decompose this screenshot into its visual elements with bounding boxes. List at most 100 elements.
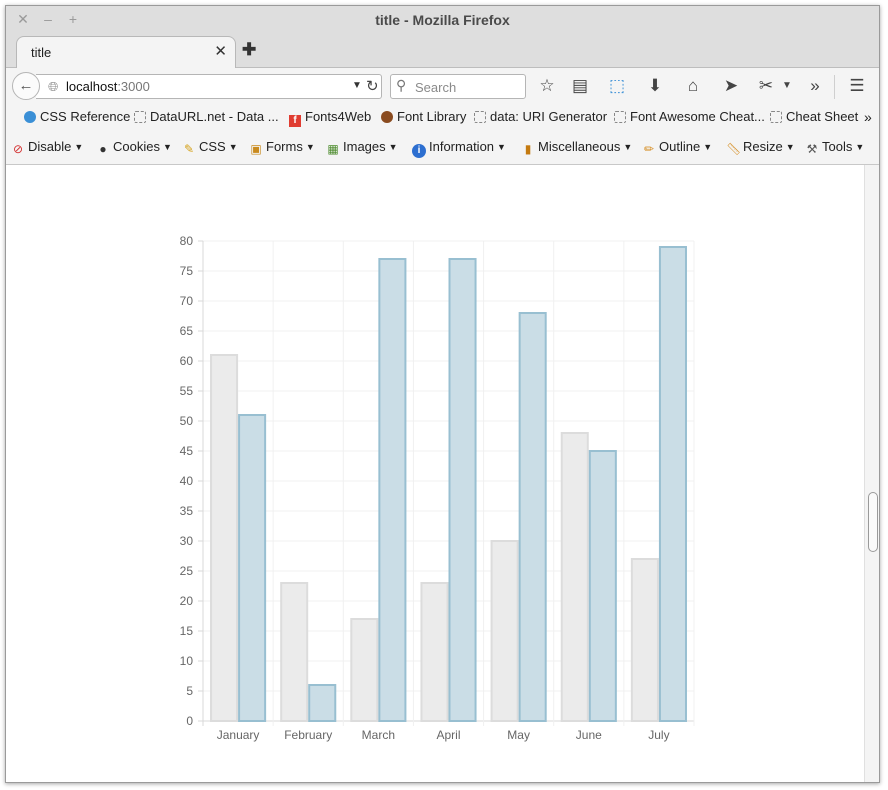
bookmarks-overflow-icon[interactable]: » — [864, 109, 872, 125]
dropdown-arrow-icon: ▼ — [305, 142, 315, 152]
x-tick-label: June — [576, 728, 602, 742]
globe-icon: 🌐︎ — [48, 79, 59, 94]
x-tick-label: January — [217, 728, 260, 742]
font-library-icon — [381, 111, 393, 123]
bar — [378, 258, 407, 722]
extension-icon[interactable]: ✂ — [755, 76, 777, 96]
menu-hamburger-icon[interactable]: ☰ — [846, 76, 868, 96]
vertical-scrollbar[interactable] — [864, 165, 879, 782]
search-placeholder: Search — [415, 80, 457, 95]
y-tick-label: 10 — [180, 654, 194, 668]
overflow-chevron-icon[interactable]: » — [804, 76, 826, 96]
y-tick-label: 40 — [180, 474, 194, 488]
devtool-label: Information — [429, 139, 495, 154]
browser-window: ✕ – + title - Mozilla Firefox title ✕ ✚ … — [5, 5, 880, 783]
y-tick-label: 5 — [186, 684, 193, 698]
y-tick-label: 70 — [180, 294, 194, 308]
devtool-label: Resize — [743, 139, 783, 154]
bar — [210, 354, 239, 722]
bookmark-label: Font Awesome Cheat... — [630, 109, 765, 124]
devtool-disable[interactable]: ⊘ Disable ▼ — [11, 139, 83, 156]
y-tick-label: 75 — [180, 264, 194, 278]
y-tick-label: 25 — [180, 564, 194, 578]
devtool-label: Outline — [659, 139, 701, 154]
bar — [420, 582, 449, 722]
y-tick-label: 50 — [180, 414, 194, 428]
send-icon[interactable]: ➤ — [720, 76, 742, 96]
new-tab-icon[interactable]: ✚ — [242, 40, 256, 60]
y-tick-label: 55 — [180, 384, 194, 398]
title-bar: ✕ – + title - Mozilla Firefox — [6, 6, 879, 34]
tab-strip: title ✕ ✚ — [6, 34, 879, 68]
bookmark-data-uri-generator[interactable]: data: URI Generator — [474, 109, 607, 124]
url-bar[interactable]: 🌐︎ localhost:3000 ▼ ↻ — [36, 74, 382, 99]
x-tick-label: May — [507, 728, 530, 742]
devtool-resize[interactable]: 📏︎ Resize ▼ — [726, 139, 795, 156]
devtool-forms[interactable]: ▣ Forms ▼ — [249, 139, 315, 156]
page-icon — [134, 111, 146, 123]
bar — [350, 618, 379, 722]
download-icon[interactable]: ⬇ — [644, 76, 666, 96]
dropdown-arrow-icon: ▼ — [703, 142, 713, 152]
bookmark-label: data: URI Generator — [490, 109, 608, 124]
y-tick-label: 0 — [186, 714, 193, 728]
extension-dropdown-icon[interactable]: ▼ — [776, 76, 798, 96]
inspect-icon[interactable]: ⬚ — [606, 76, 628, 96]
cookies-icon: ● — [99, 142, 107, 156]
y-tick-label: 30 — [180, 534, 194, 548]
search-input[interactable]: ⚲ Search — [390, 74, 526, 99]
toolbar-divider — [834, 75, 835, 99]
css-reference-icon — [24, 111, 36, 123]
devtool-images[interactable]: ▦ Images ▼ — [326, 139, 398, 156]
bookmark-font-library[interactable]: Font Library — [381, 109, 466, 124]
outline-pencil-icon: ✏ — [643, 142, 655, 156]
bookmark-label: Cheat Sheet — [786, 109, 859, 124]
devtool-label: Disable — [28, 139, 72, 154]
bookmarks-toolbar: CSS Reference DataURL.net - Data ... f Fo… — [6, 104, 879, 134]
bookmark-label: CSS Reference — [40, 109, 131, 124]
page-icon — [474, 111, 486, 123]
dropdown-arrow-icon: ▼ — [785, 142, 795, 152]
bookmark-css-reference[interactable]: CSS Reference — [24, 109, 130, 124]
bar — [490, 540, 519, 722]
disable-icon: ⊘ — [12, 142, 24, 156]
devtool-information[interactable]: i Information ▼ — [412, 139, 506, 158]
home-icon[interactable]: ⌂ — [682, 76, 704, 96]
bookmark-font-awesome[interactable]: Font Awesome Cheat... — [614, 109, 765, 124]
devtool-cookies[interactable]: ● Cookies ▼ — [96, 139, 172, 156]
devtool-outline[interactable]: ✏ Outline ▼ — [642, 139, 712, 156]
close-tab-icon[interactable]: ✕ — [214, 42, 227, 60]
y-tick-label: 65 — [180, 324, 194, 338]
devtool-label: Cookies — [113, 139, 160, 154]
bar — [630, 558, 659, 722]
devtool-label: Images — [343, 139, 386, 154]
x-tick-label: March — [362, 728, 395, 742]
tools-icon: ⚒ — [806, 142, 818, 156]
bookmark-star-icon[interactable]: ☆ — [536, 76, 558, 96]
images-icon: ▦ — [327, 142, 339, 156]
reading-list-icon[interactable]: ▤ — [569, 76, 591, 96]
y-tick-label: 15 — [180, 624, 194, 638]
y-tick-label: 60 — [180, 354, 194, 368]
devtool-tools[interactable]: ⚒ Tools ▼ — [805, 139, 865, 156]
miscellaneous-icon: ▮ — [524, 142, 532, 156]
devtool-css[interactable]: ✎ CSS ▼ — [182, 139, 238, 156]
tab-active[interactable]: title ✕ — [16, 36, 236, 68]
devtool-label: CSS — [199, 139, 226, 154]
scrollbar-thumb[interactable] — [868, 492, 878, 552]
information-icon: i — [412, 144, 426, 158]
bar-chart: 0 5 10 15 20 25 30 35 40 45 50 55 60 65 70 75 80 January F… — [180, 234, 695, 742]
url-text: localhost:3000 — [66, 79, 150, 94]
bookmark-fonts4web[interactable]: f Fonts4Web — [289, 109, 371, 127]
bookmark-dataurl[interactable]: DataURL.net - Data ... — [134, 109, 279, 124]
reload-icon[interactable]: ↻ — [366, 77, 379, 95]
bookmark-cheat-sheet[interactable]: Cheat Sheet — [770, 109, 858, 124]
url-dropdown-icon[interactable]: ▼ — [352, 80, 362, 91]
dropdown-arrow-icon: ▼ — [388, 142, 398, 152]
bookmark-label: Fonts4Web — [305, 109, 372, 124]
devtool-miscellaneous[interactable]: ▮ Miscellaneous ▼ — [521, 139, 633, 156]
bar — [280, 582, 309, 722]
back-button[interactable]: ← — [12, 72, 40, 100]
dropdown-arrow-icon: ▼ — [74, 142, 84, 152]
x-tick-label: July — [648, 728, 669, 742]
